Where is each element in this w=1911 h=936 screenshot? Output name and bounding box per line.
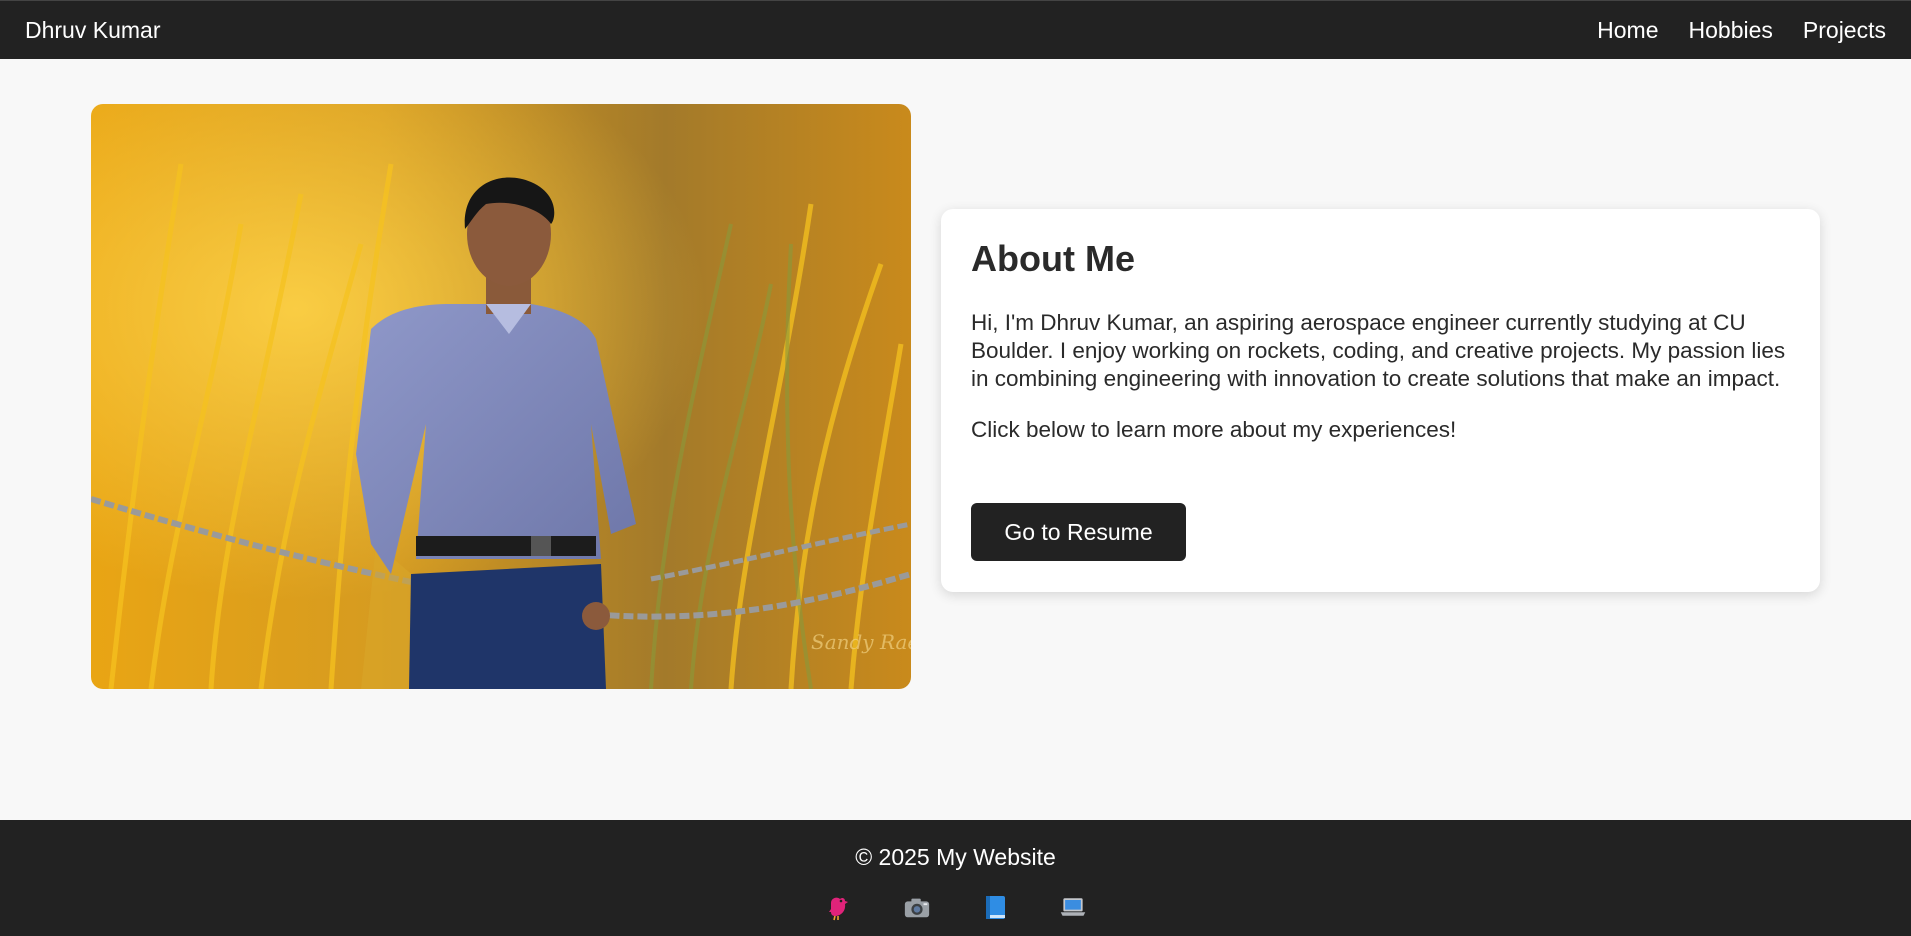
navbar: Dhruv Kumar Home Hobbies Projects bbox=[0, 0, 1911, 59]
brand-link[interactable]: Dhruv Kumar bbox=[25, 17, 160, 44]
camera-icon[interactable] bbox=[903, 893, 931, 921]
laptop-icon[interactable] bbox=[1059, 893, 1087, 921]
footer: © 2025 My Website bbox=[0, 820, 1911, 936]
profile-photo: Sandy Rae bbox=[91, 104, 911, 689]
about-card: About Me Hi, I'm Dhruv Kumar, an aspirin… bbox=[941, 209, 1820, 592]
book-icon[interactable] bbox=[981, 893, 1009, 921]
profile-photo-illustration: Sandy Rae bbox=[91, 104, 911, 689]
nav-link-hobbies[interactable]: Hobbies bbox=[1689, 17, 1773, 44]
svg-text:Sandy Rae: Sandy Rae bbox=[811, 630, 911, 654]
about-paragraph-cta: Click below to learn more about my exper… bbox=[971, 417, 1457, 442]
about-title: About Me bbox=[971, 238, 1135, 279]
about-paragraph-intro: Hi, I'm Dhruv Kumar, an aspiring aerospa… bbox=[971, 310, 1786, 391]
nav-link-home[interactable]: Home bbox=[1597, 17, 1658, 44]
nav-link-projects[interactable]: Projects bbox=[1803, 17, 1886, 44]
main-content: Sandy Rae About Me Hi, I'm Dhruv Kumar, … bbox=[0, 59, 1911, 820]
bird-icon[interactable] bbox=[825, 893, 853, 921]
go-to-resume-button[interactable]: Go to Resume bbox=[971, 503, 1186, 561]
nav-links: Home Hobbies Projects bbox=[1597, 17, 1886, 44]
social-links bbox=[0, 893, 1911, 921]
copyright-text: © 2025 My Website bbox=[855, 844, 1056, 870]
